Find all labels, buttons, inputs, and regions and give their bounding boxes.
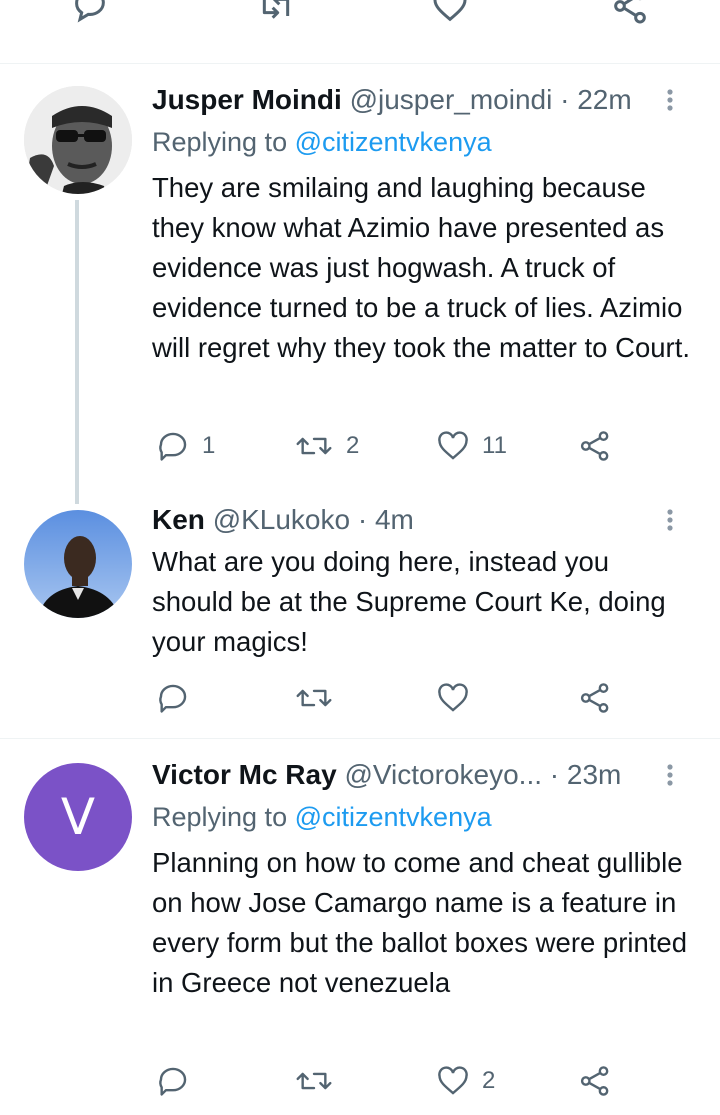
user-handle[interactable]: @KLukoko bbox=[213, 504, 350, 535]
replying-to-link[interactable]: @citizentvkenya bbox=[295, 127, 492, 157]
tweet-header: Ken @KLukoko · 4m bbox=[152, 500, 680, 540]
timestamp[interactable]: 23m bbox=[567, 759, 621, 790]
thread-line bbox=[75, 200, 79, 504]
retweet-icon bbox=[294, 681, 334, 715]
replying-to-label: Replying to bbox=[152, 802, 288, 832]
tweet-header: Jusper Moindi @jusper_moindi · 22m bbox=[152, 80, 680, 120]
display-name[interactable]: Ken bbox=[152, 504, 205, 535]
reply-button[interactable] bbox=[156, 676, 190, 720]
tweet[interactable]: V Victor Mc Ray @Victorokeyo... · 23m Re… bbox=[0, 739, 720, 1115]
share-button[interactable] bbox=[578, 1059, 612, 1103]
tweet-text: What are you doing here, instead you sho… bbox=[152, 546, 666, 657]
retweet-icon bbox=[294, 1064, 334, 1098]
more-options-icon[interactable] bbox=[660, 755, 680, 795]
like-button[interactable]: 11 bbox=[436, 424, 507, 468]
more-options-icon[interactable] bbox=[660, 80, 680, 120]
share-button[interactable] bbox=[578, 676, 612, 720]
tweet-actions: 1 2 11 bbox=[152, 424, 632, 468]
avatar[interactable] bbox=[24, 86, 132, 194]
previous-tweet-actions bbox=[0, 0, 720, 64]
retweet-button[interactable] bbox=[294, 676, 334, 720]
display-name[interactable]: Victor Mc Ray bbox=[152, 759, 337, 790]
user-handle[interactable]: @jusper_moindi bbox=[350, 84, 553, 115]
replying-to: Replying to @citizentvkenya bbox=[152, 797, 492, 837]
retweet-icon[interactable] bbox=[256, 0, 296, 26]
tweet[interactable]: Ken @KLukoko · 4m What are you doing her… bbox=[0, 494, 720, 738]
tweet-actions bbox=[152, 676, 632, 720]
retweet-button[interactable] bbox=[294, 1059, 334, 1103]
reply-count: 1 bbox=[202, 432, 216, 459]
heart-icon bbox=[436, 1064, 470, 1098]
user-handle[interactable]: @Victorokeyo... bbox=[344, 759, 542, 790]
retweet-button[interactable]: 2 bbox=[294, 424, 359, 468]
separator-dot: · bbox=[560, 84, 570, 115]
heart-icon bbox=[436, 681, 470, 715]
avatar[interactable] bbox=[24, 510, 132, 618]
share-icon bbox=[578, 1064, 612, 1098]
reply-icon bbox=[156, 429, 190, 463]
like-button[interactable]: 2 bbox=[436, 1059, 495, 1103]
display-name[interactable]: Jusper Moindi bbox=[152, 84, 342, 115]
tweet-header: Victor Mc Ray @Victorokeyo... · 23m bbox=[152, 755, 680, 795]
retweet-count: 2 bbox=[346, 432, 360, 459]
heart-icon bbox=[436, 429, 470, 463]
share-button[interactable] bbox=[578, 424, 612, 468]
like-icon[interactable] bbox=[430, 0, 470, 26]
timestamp[interactable]: 22m bbox=[577, 84, 631, 115]
retweet-icon bbox=[294, 429, 334, 463]
like-count: 2 bbox=[482, 1067, 496, 1094]
avatar-letter: V bbox=[60, 788, 96, 846]
reply-button[interactable] bbox=[156, 1059, 190, 1103]
tweet-actions: 2 bbox=[152, 1059, 632, 1103]
tweet[interactable]: Jusper Moindi @jusper_moindi · 22m Reply… bbox=[0, 64, 720, 504]
replying-to: Replying to @citizentvkenya bbox=[152, 122, 492, 162]
replying-to-link[interactable]: @citizentvkenya bbox=[295, 802, 492, 832]
reply-button[interactable]: 1 bbox=[156, 424, 215, 468]
share-icon bbox=[578, 681, 612, 715]
tweet-text: Planning on how to come and cheat gullib… bbox=[152, 847, 688, 998]
like-button[interactable] bbox=[436, 676, 470, 720]
reply-icon[interactable] bbox=[70, 0, 110, 26]
share-icon[interactable] bbox=[610, 0, 650, 26]
tweet-text: They are smilaing and laughing because t… bbox=[152, 172, 690, 363]
separator-dot: · bbox=[549, 759, 560, 790]
reply-icon bbox=[156, 681, 190, 715]
like-count: 11 bbox=[482, 432, 507, 459]
avatar[interactable]: V bbox=[24, 763, 132, 871]
reply-icon bbox=[156, 1064, 190, 1098]
timestamp[interactable]: 4m bbox=[375, 504, 414, 535]
replying-to-label: Replying to bbox=[152, 127, 288, 157]
separator-dot: · bbox=[357, 504, 368, 535]
more-options-icon[interactable] bbox=[660, 500, 680, 540]
share-icon bbox=[578, 429, 612, 463]
